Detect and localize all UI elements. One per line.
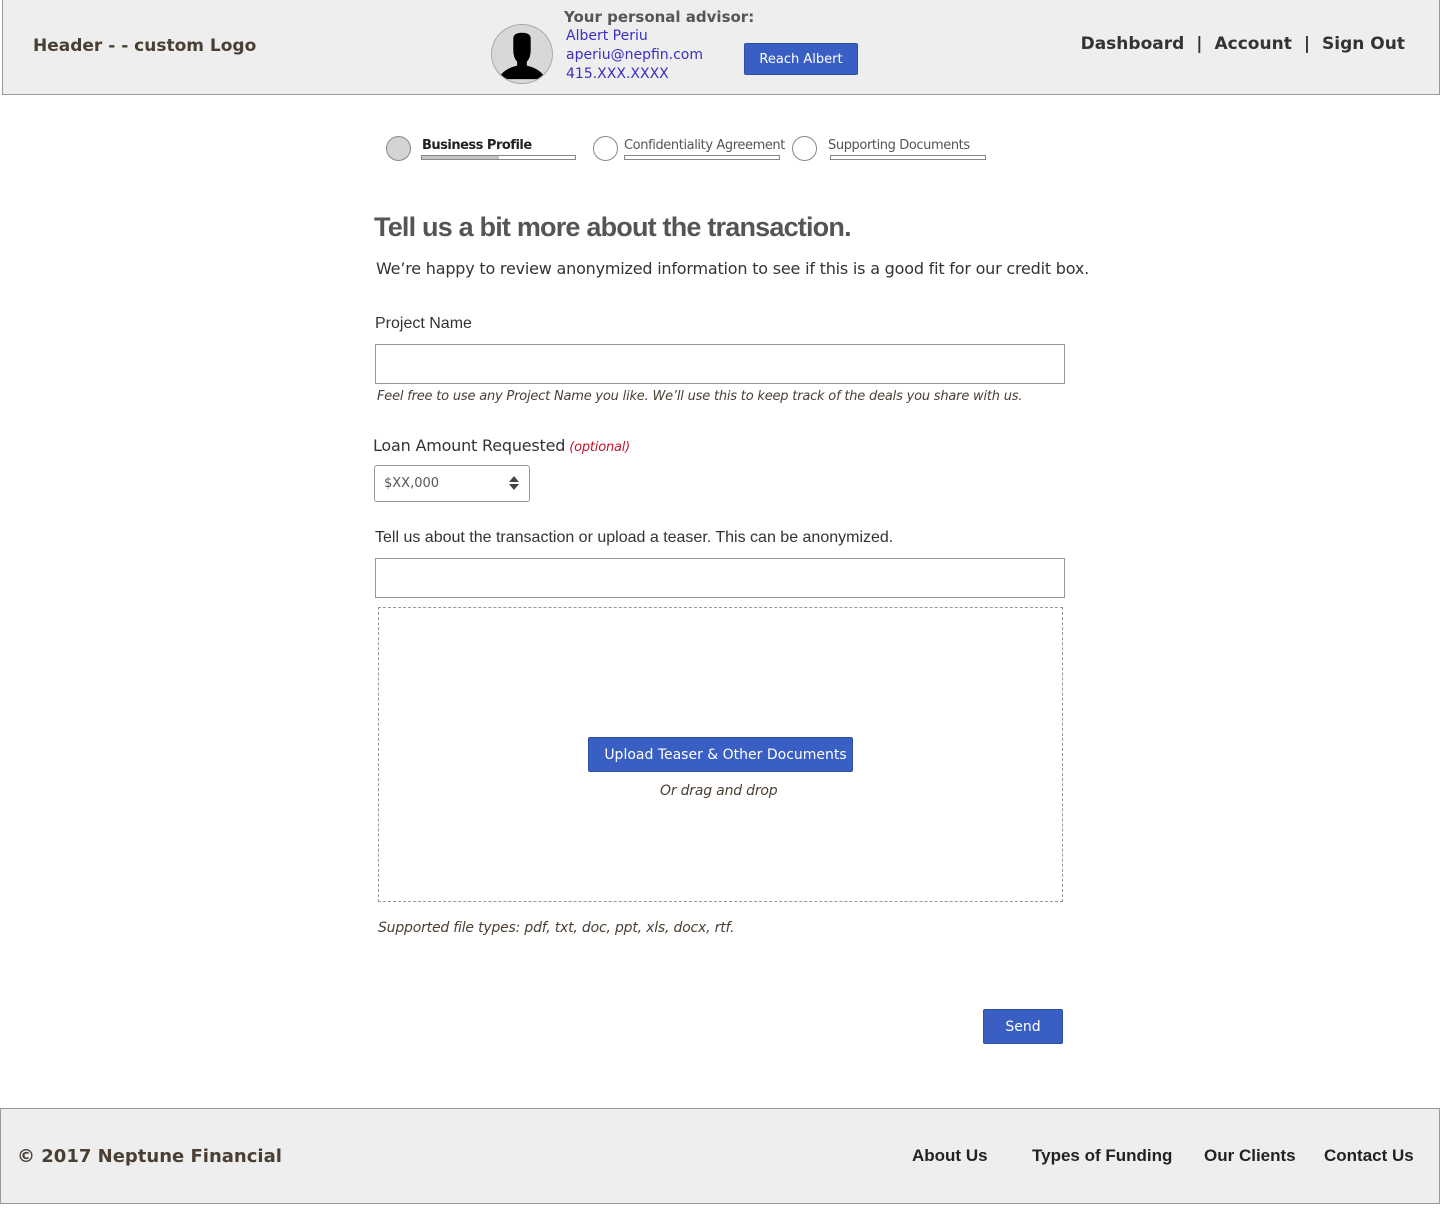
advisor-name[interactable]: Albert Periu bbox=[566, 28, 648, 44]
nav-dashboard[interactable]: Dashboard bbox=[1081, 34, 1185, 54]
page-subtitle: We’re happy to review anonymized informa… bbox=[376, 259, 1090, 278]
footer-link-contact-us[interactable]: Contact Us bbox=[1324, 1146, 1414, 1166]
reach-advisor-button[interactable]: Reach Albert bbox=[744, 43, 858, 75]
footer-link-about-us[interactable]: About Us bbox=[912, 1146, 988, 1166]
supported-file-types: Supported file types: pdf, txt, doc, ppt… bbox=[378, 920, 735, 936]
step-progress-bar bbox=[421, 155, 576, 160]
loan-amount-label: Loan Amount Requested (optional) bbox=[373, 436, 630, 455]
step-indicator-supporting-documents[interactable] bbox=[792, 136, 817, 161]
project-name-input[interactable] bbox=[375, 344, 1065, 384]
step-indicator-business-profile[interactable] bbox=[386, 136, 411, 161]
loan-amount-stepper[interactable]: $XX,000 bbox=[374, 465, 530, 502]
step-label-business-profile[interactable]: Business Profile bbox=[422, 138, 532, 153]
logo[interactable]: Header - - custom Logo bbox=[33, 36, 256, 56]
decrement-arrow-icon[interactable] bbox=[509, 484, 519, 490]
advisor-email-link[interactable]: aperiu@nepfin.com bbox=[566, 47, 703, 63]
nav-separator: | bbox=[1303, 34, 1311, 54]
nav-separator: | bbox=[1196, 34, 1203, 54]
send-button[interactable]: Send bbox=[983, 1009, 1063, 1044]
step-progress-fill bbox=[422, 156, 499, 159]
advisor-phone[interactable]: 415.XXX.XXXX bbox=[566, 66, 669, 82]
step-progress-bar bbox=[624, 155, 780, 160]
person-silhouette-icon bbox=[491, 24, 553, 84]
progress-stepper: Business Profile Confidentiality Agreeme… bbox=[386, 136, 1006, 166]
increment-arrow-icon[interactable] bbox=[509, 476, 519, 482]
advisor-title: Your personal advisor: bbox=[564, 8, 755, 26]
nav-sign-out[interactable]: Sign Out bbox=[1322, 34, 1405, 54]
nav-account[interactable]: Account bbox=[1215, 34, 1292, 54]
drag-drop-hint: Or drag and drop bbox=[660, 783, 778, 799]
step-indicator-confidentiality[interactable] bbox=[593, 136, 618, 161]
loan-amount-label-text: Loan Amount Requested bbox=[373, 436, 566, 455]
step-label-confidentiality[interactable]: Confidentiality Agreement bbox=[624, 138, 785, 153]
project-name-hint: Feel free to use any Project Name you li… bbox=[377, 389, 1023, 404]
step-label-supporting-documents[interactable]: Supporting Documents bbox=[828, 138, 970, 153]
optional-tag: (optional) bbox=[569, 440, 631, 455]
footer-link-our-clients[interactable]: Our Clients bbox=[1204, 1146, 1296, 1166]
footer-link-types-of-funding[interactable]: Types of Funding bbox=[1032, 1146, 1172, 1166]
step-progress-bar bbox=[830, 155, 986, 160]
top-nav: Dashboard | Account | Sign Out bbox=[1081, 34, 1405, 54]
loan-amount-value[interactable]: $XX,000 bbox=[384, 476, 439, 491]
site-footer: © 2017 Neptune Financial About Us Types … bbox=[0, 1108, 1440, 1204]
transaction-input[interactable] bbox=[375, 558, 1065, 598]
copyright: © 2017 Neptune Financial bbox=[17, 1146, 282, 1167]
upload-documents-button[interactable]: Upload Teaser & Other Documents bbox=[588, 737, 853, 772]
site-header: Header - - custom Logo Your personal adv… bbox=[2, 0, 1440, 95]
spinner-arrows-icon[interactable] bbox=[509, 476, 519, 492]
page-title: Tell us a bit more about the transaction… bbox=[374, 212, 852, 242]
transaction-label: Tell us about the transaction or upload … bbox=[375, 529, 894, 546]
project-name-label: Project Name bbox=[375, 315, 472, 332]
